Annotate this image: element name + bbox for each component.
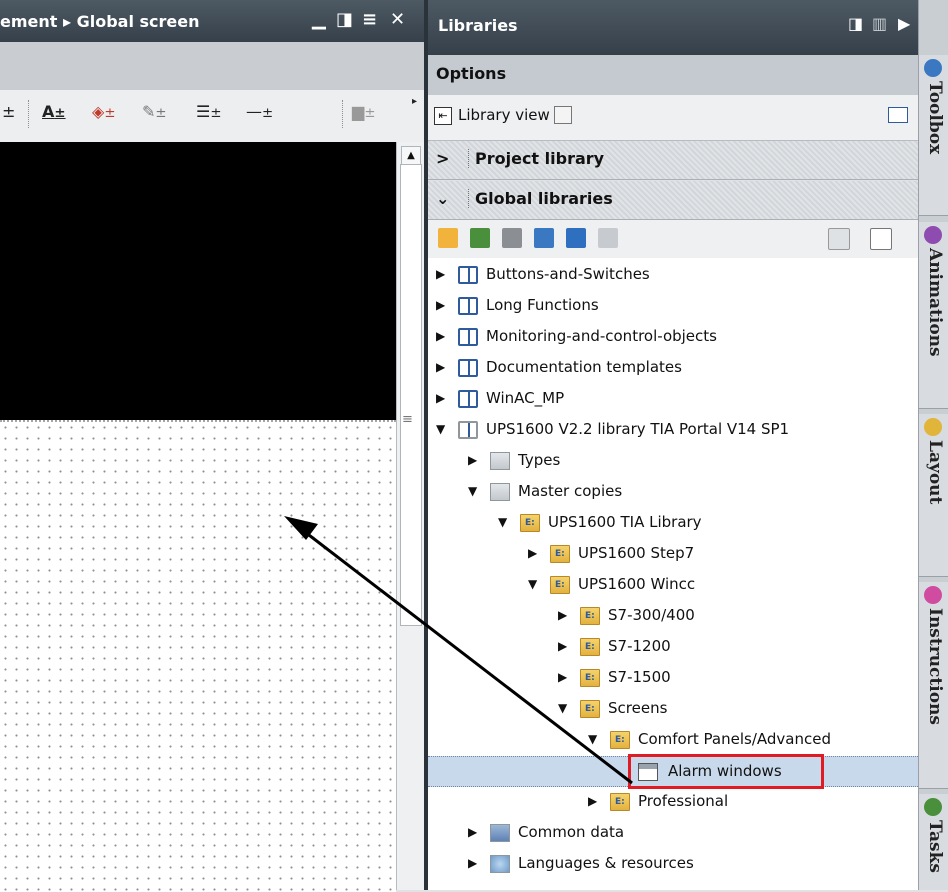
drag-arrow: [284, 516, 633, 785]
